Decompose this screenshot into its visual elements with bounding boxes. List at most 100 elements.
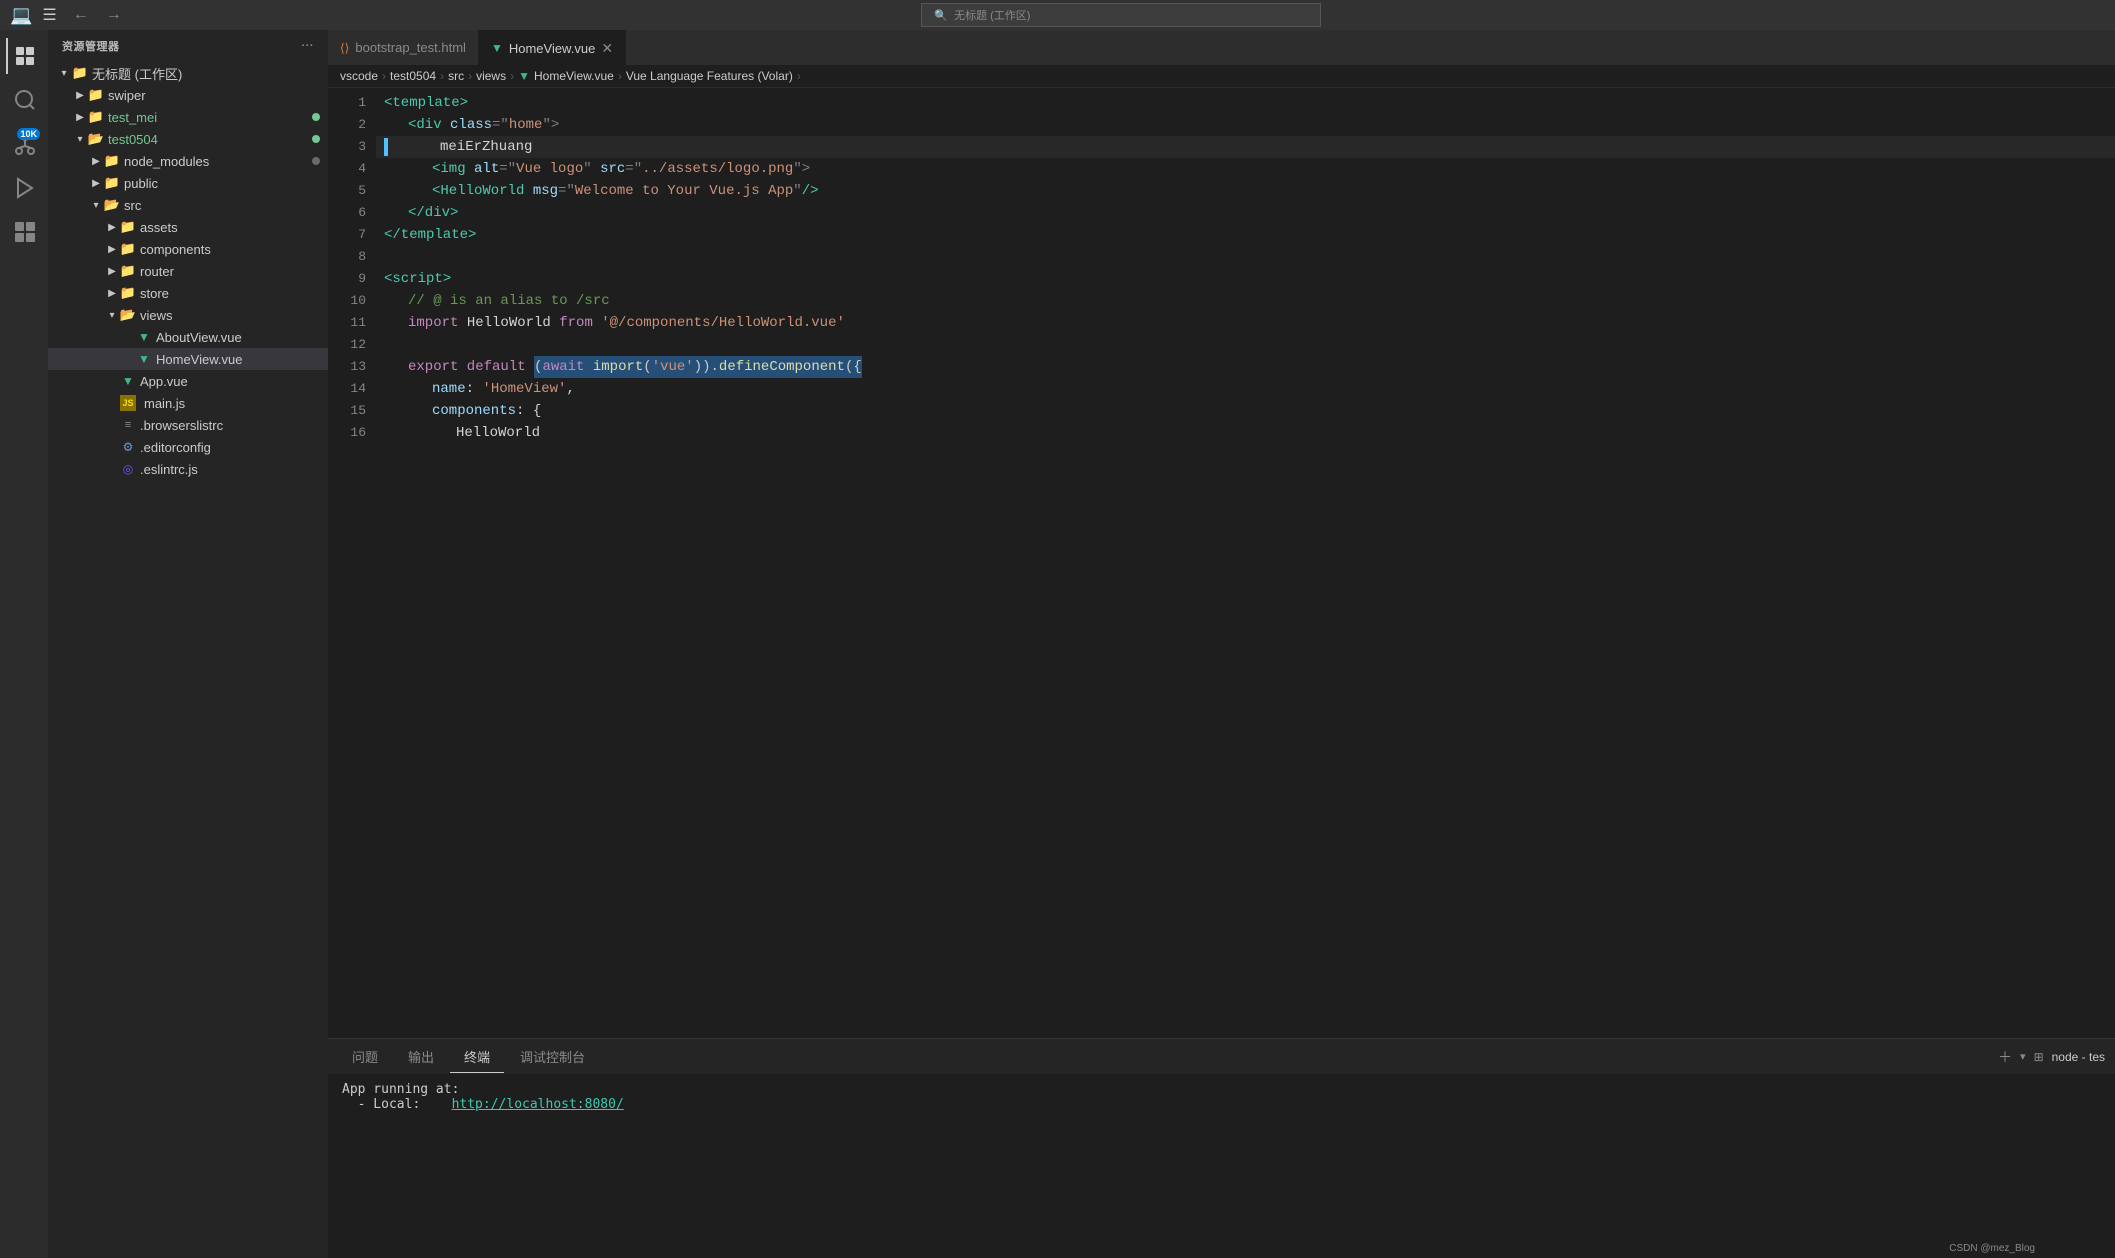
- folder-node-icon: 📁: [104, 153, 120, 169]
- test0504-dot: [312, 135, 320, 143]
- tab-debug-console[interactable]: 调试控制台: [506, 1041, 599, 1073]
- breadcrumb-sep2: ›: [440, 69, 444, 83]
- code-line-16: HelloWorld: [376, 422, 2115, 444]
- code-line-10: // @ is an alias to /src: [376, 290, 2115, 312]
- sidebar-item-components[interactable]: ▶ 📁 components: [48, 238, 328, 260]
- src-label: src: [124, 198, 141, 213]
- activity-explorer[interactable]: [6, 38, 42, 74]
- vscode-logo: 💻: [10, 5, 32, 26]
- sidebar-header: 资源管理器 ···: [48, 30, 328, 62]
- terminal-split-icon[interactable]: ⊞: [2034, 1050, 2044, 1064]
- workspace-arrow: ▾: [56, 65, 72, 81]
- tab-problems[interactable]: 问题: [338, 1041, 392, 1073]
- node-modules-label: node_modules: [124, 154, 209, 169]
- html-tab-icon: ⟨⟩: [340, 41, 349, 55]
- forward-button[interactable]: →: [100, 4, 128, 26]
- tab-bootstrap[interactable]: ⟨⟩ bootstrap_test.html: [328, 30, 479, 65]
- title-search-box[interactable]: 🔍 无标题 (工作区): [921, 3, 1321, 27]
- sidebar-item-editorconfig[interactable]: ▶ ⚙ .editorconfig: [48, 436, 328, 458]
- sidebar-item-node-modules[interactable]: ▶ 📁 node_modules: [48, 150, 328, 172]
- breadcrumb: vscode › test0504 › src › views › ▼ Home…: [328, 65, 2115, 88]
- panel-tabs: 问题 输出 终端 调试控制台 ＋ ▾ ⊞ node - tes: [328, 1039, 2115, 1074]
- terminal-localhost-link[interactable]: http://localhost:8080/: [452, 1097, 624, 1112]
- breadcrumb-sep4: ›: [510, 69, 514, 83]
- terminal-content[interactable]: App running at: - Local: http://localhos…: [328, 1074, 2115, 1258]
- sidebar-title: 资源管理器: [62, 38, 120, 54]
- activity-source-control[interactable]: 10K: [6, 126, 42, 162]
- sidebar-item-router[interactable]: ▶ 📁 router: [48, 260, 328, 282]
- sidebar-item-src[interactable]: ▾ 📂 src: [48, 194, 328, 216]
- terminal-line1: App running at:: [342, 1082, 2101, 1097]
- gear-file-icon: ⚙: [120, 439, 136, 455]
- code-editor[interactable]: 1 2 3 4 5 6 7 8 9 10 11 12 13 14 15 16: [328, 88, 2115, 1038]
- breadcrumb-src: src: [448, 69, 464, 83]
- activity-search[interactable]: [6, 82, 42, 118]
- components-arrow: ▶: [104, 241, 120, 257]
- sidebar-item-eslintrc[interactable]: ▶ ◎ .eslintrc.js: [48, 458, 328, 480]
- test-mei-dot: [312, 113, 320, 121]
- swiper-arrow: ▶: [72, 87, 88, 103]
- breadcrumb-homeview: HomeView.vue: [534, 69, 614, 83]
- sidebar-item-swiper[interactable]: ▶ 📁 swiper: [48, 84, 328, 106]
- activity-bar: 10K: [0, 30, 48, 1258]
- breadcrumb-sep3: ›: [468, 69, 472, 83]
- folder-components-icon: 📁: [120, 241, 136, 257]
- sidebar-item-public[interactable]: ▶ 📁 public: [48, 172, 328, 194]
- workspace-root[interactable]: ▾ 📁 无标题 (工作区): [48, 62, 328, 84]
- back-button[interactable]: ←: [67, 4, 95, 26]
- search-label: 无标题 (工作区): [954, 7, 1030, 23]
- tab-output[interactable]: 输出: [394, 1041, 448, 1073]
- problems-label: 问题: [352, 1050, 378, 1065]
- sidebar-item-browserslistrc[interactable]: ▶ ≡ .browserslistrc: [48, 414, 328, 436]
- add-terminal-icon[interactable]: ＋: [1998, 1047, 2012, 1067]
- test0504-arrow: ▾: [72, 131, 88, 147]
- tab-homeview[interactable]: ▼ HomeView.vue ✕: [479, 30, 626, 65]
- title-search-area: 🔍 无标题 (工作区): [138, 3, 2105, 27]
- tab-close-button[interactable]: ✕: [601, 40, 613, 57]
- panel-tab-actions: ＋ ▾ ⊞ node - tes: [1998, 1047, 2105, 1067]
- breadcrumb-vscode: vscode: [340, 69, 378, 83]
- test-mei-label: test_mei: [108, 110, 157, 125]
- output-label: 输出: [408, 1050, 434, 1065]
- code-content[interactable]: <template> <div class =" home "> meiErZh…: [376, 88, 2115, 1038]
- sidebar-item-aboutview[interactable]: ▶ ▼ AboutView.vue: [48, 326, 328, 348]
- titlebar: 💻 ☰ ← → 🔍 无标题 (工作区): [0, 0, 2115, 30]
- activity-debug[interactable]: [6, 170, 42, 206]
- sidebar-item-test-mei[interactable]: ▶ 📁 test_mei: [48, 106, 328, 128]
- sidebar-item-store[interactable]: ▶ 📁 store: [48, 282, 328, 304]
- tab-terminal[interactable]: 终端: [450, 1041, 504, 1073]
- activity-extensions[interactable]: [6, 214, 42, 250]
- views-arrow: ▾: [104, 307, 120, 323]
- debug-console-label: 调试控制台: [520, 1050, 585, 1065]
- code-line-7: </template>: [376, 224, 2115, 246]
- editor-area: ⟨⟩ bootstrap_test.html ▼ HomeView.vue ✕ …: [328, 30, 2115, 1258]
- folder-closed-icon: 📁: [88, 87, 104, 103]
- store-label: store: [140, 286, 169, 301]
- router-arrow: ▶: [104, 263, 120, 279]
- code-line-6: </div>: [376, 202, 2115, 224]
- sidebar-item-mainjs[interactable]: ▶ JS main.js: [48, 392, 328, 414]
- folder-assets-icon: 📁: [120, 219, 136, 235]
- menu-icon[interactable]: ☰: [42, 5, 56, 25]
- terminal-chevron-icon[interactable]: ▾: [2020, 1050, 2026, 1063]
- router-label: router: [140, 264, 174, 279]
- sidebar-item-views[interactable]: ▾ 📂 views: [48, 304, 328, 326]
- code-line-9: <script>: [376, 268, 2115, 290]
- code-line-15: components : {: [376, 400, 2115, 422]
- sidebar-header-icons: ···: [302, 40, 315, 52]
- folder-store-icon: 📁: [120, 285, 136, 301]
- sidebar-item-homeview[interactable]: ▶ ▼ HomeView.vue: [48, 348, 328, 370]
- list-file-icon: ≡: [120, 417, 136, 433]
- vue-aboutview-icon: ▼: [136, 329, 152, 345]
- sidebar-item-appvue[interactable]: ▶ ▼ App.vue: [48, 370, 328, 392]
- code-line-5: <HelloWorld msg =" Welcome to Your Vue.j…: [376, 180, 2115, 202]
- breadcrumb-views: views: [476, 69, 506, 83]
- public-arrow: ▶: [88, 175, 104, 191]
- sidebar-item-test0504[interactable]: ▾ 📂 test0504: [48, 128, 328, 150]
- folder-closed-icon2: 📁: [88, 109, 104, 125]
- sidebar-item-assets[interactable]: ▶ 📁 assets: [48, 216, 328, 238]
- more-options-icon[interactable]: ···: [302, 40, 315, 52]
- swiper-label: swiper: [108, 88, 146, 103]
- test0504-label: test0504: [108, 132, 158, 147]
- tab-bar: ⟨⟩ bootstrap_test.html ▼ HomeView.vue ✕: [328, 30, 2115, 65]
